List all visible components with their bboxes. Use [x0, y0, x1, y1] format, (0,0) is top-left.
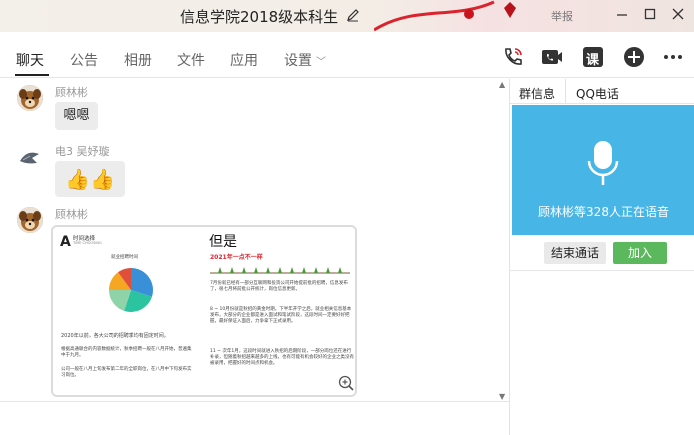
message-bubble: 👍👍 [55, 161, 125, 197]
voice-status-text: 顾林彬等328人正在语音 [538, 205, 669, 219]
slide-logo: A [60, 234, 71, 250]
edit-title-icon[interactable] [346, 8, 360, 22]
scroll-up-icon[interactable]: ▲ [499, 80, 505, 89]
slide-year-line: 2021年一点不一样 [210, 254, 263, 261]
slide-paragraph: 8 ~ 10月份就是秋招的黄金时期，下半年开学之后，就业相关信息基本发布，大部分… [210, 307, 352, 324]
scroll-down-icon[interactable]: ▼ [499, 392, 505, 401]
slide-paragraph: 根据高通联合的内容数据统计，秋季招聘一般在八月开始，普遍集中于九月。 [61, 347, 192, 358]
microphone-icon [587, 141, 619, 185]
member-badge: 电3 [55, 145, 73, 158]
chevron-down-icon: ﹀ [316, 57, 326, 68]
class-label: 课 [586, 53, 600, 68]
tab-settings-label: 设置 [284, 53, 312, 69]
avatar[interactable] [17, 207, 43, 233]
zoom-in-icon[interactable] [338, 375, 354, 391]
slide-paragraph: 7月份就已经有一部分互联网和投资公司开始提前批的招聘，信息发布了，很七月将前批公… [210, 281, 348, 292]
sprout-timeline-icon [210, 267, 350, 274]
minimize-icon[interactable] [614, 6, 630, 22]
avatar[interactable] [17, 145, 43, 171]
voice-call-panel: 顾林彬等328人正在语音 [512, 105, 694, 235]
tab-divider [565, 79, 566, 104]
tab-chat[interactable]: 聊天 [16, 50, 44, 70]
more-icon[interactable] [662, 46, 684, 68]
message-bubble: 嗯嗯 [55, 102, 98, 130]
active-tab-indicator [15, 74, 49, 76]
phone-call-icon[interactable] [502, 46, 524, 68]
heart-ribbon-decoration [374, 0, 516, 32]
dog-avatar-icon [17, 207, 43, 233]
join-call-button[interactable]: 加入 [613, 242, 667, 264]
chat-scrollbar[interactable] [498, 79, 508, 401]
panel-divider [510, 270, 694, 271]
avatar[interactable] [17, 85, 43, 111]
add-icon[interactable] [623, 46, 645, 68]
tab-apps[interactable]: 应用 [230, 50, 258, 70]
window-title: 信息学院2018级本科生 [180, 8, 339, 26]
end-call-button[interactable]: 结束通话 [544, 242, 606, 264]
tab-qq-call[interactable]: QQ电话 [576, 85, 619, 102]
close-icon[interactable] [670, 6, 686, 22]
slide-paragraph: 2020年以前，各大公司的招聘季均有固定时间。 [61, 333, 169, 339]
sender-name[interactable]: 电3 吴妤璇 [55, 143, 110, 159]
slide-title: 但是 [209, 234, 237, 250]
bird-avatar-icon [17, 145, 43, 171]
video-call-icon[interactable] [541, 46, 563, 68]
tab-announcement[interactable]: 公告 [70, 50, 98, 70]
slide-right-page: 但是 2021年一点不一样 7月份就已经有一部分互联网和投资公司开始提前批的招聘… [205, 227, 355, 395]
slide-paragraph: 公司一般在八月上旬发布第二年的全职岗位，在八月中下旬发布实习岗位。 [61, 367, 192, 378]
image-message[interactable]: A 时间选择 TIME CHOOSING 就业招聘时间 2020年以前，各大公司… [51, 225, 357, 397]
chat-area[interactable]: 顾林彬 嗯嗯 电3 吴妤璇 👍👍 顾林彬 A 时间选择 TIME CHOOSIN… [0, 79, 509, 401]
slide-paragraph: 11 ~ 次年1月，这段时间就进入秋招的后期阶段，一部分岗位还在进行补录，但随着… [210, 349, 354, 366]
tab-underline [510, 103, 694, 104]
slide-left-page: A 时间选择 TIME CHOOSING 就业招聘时间 2020年以前，各大公司… [53, 227, 201, 395]
tab-files[interactable]: 文件 [177, 50, 205, 70]
sender-name[interactable]: 顾林彬 [55, 206, 88, 222]
report-button[interactable]: 举报 [551, 8, 573, 24]
tab-bar: 聊天 公告 相册 文件 应用 设置 ﹀ 课 [0, 32, 694, 78]
tab-settings[interactable]: 设置 ﹀ [284, 50, 326, 70]
pie-chart [109, 268, 153, 312]
message-input-area[interactable] [0, 401, 509, 435]
sender-name[interactable]: 顾林彬 [55, 84, 88, 100]
tab-album[interactable]: 相册 [124, 50, 152, 70]
tab-group-info[interactable]: 群信息 [519, 85, 555, 102]
right-panel: 群信息 QQ电话 顾林彬等328人正在语音 结束通话 加入 [509, 79, 694, 435]
dog-avatar-icon [17, 85, 43, 111]
maximize-icon[interactable] [642, 6, 658, 22]
sender-name-text: 吴妤璇 [76, 145, 110, 158]
title-bar: 信息学院2018级本科生 举报 [0, 0, 694, 32]
slide-subheading: TIME CHOOSING [73, 241, 102, 245]
